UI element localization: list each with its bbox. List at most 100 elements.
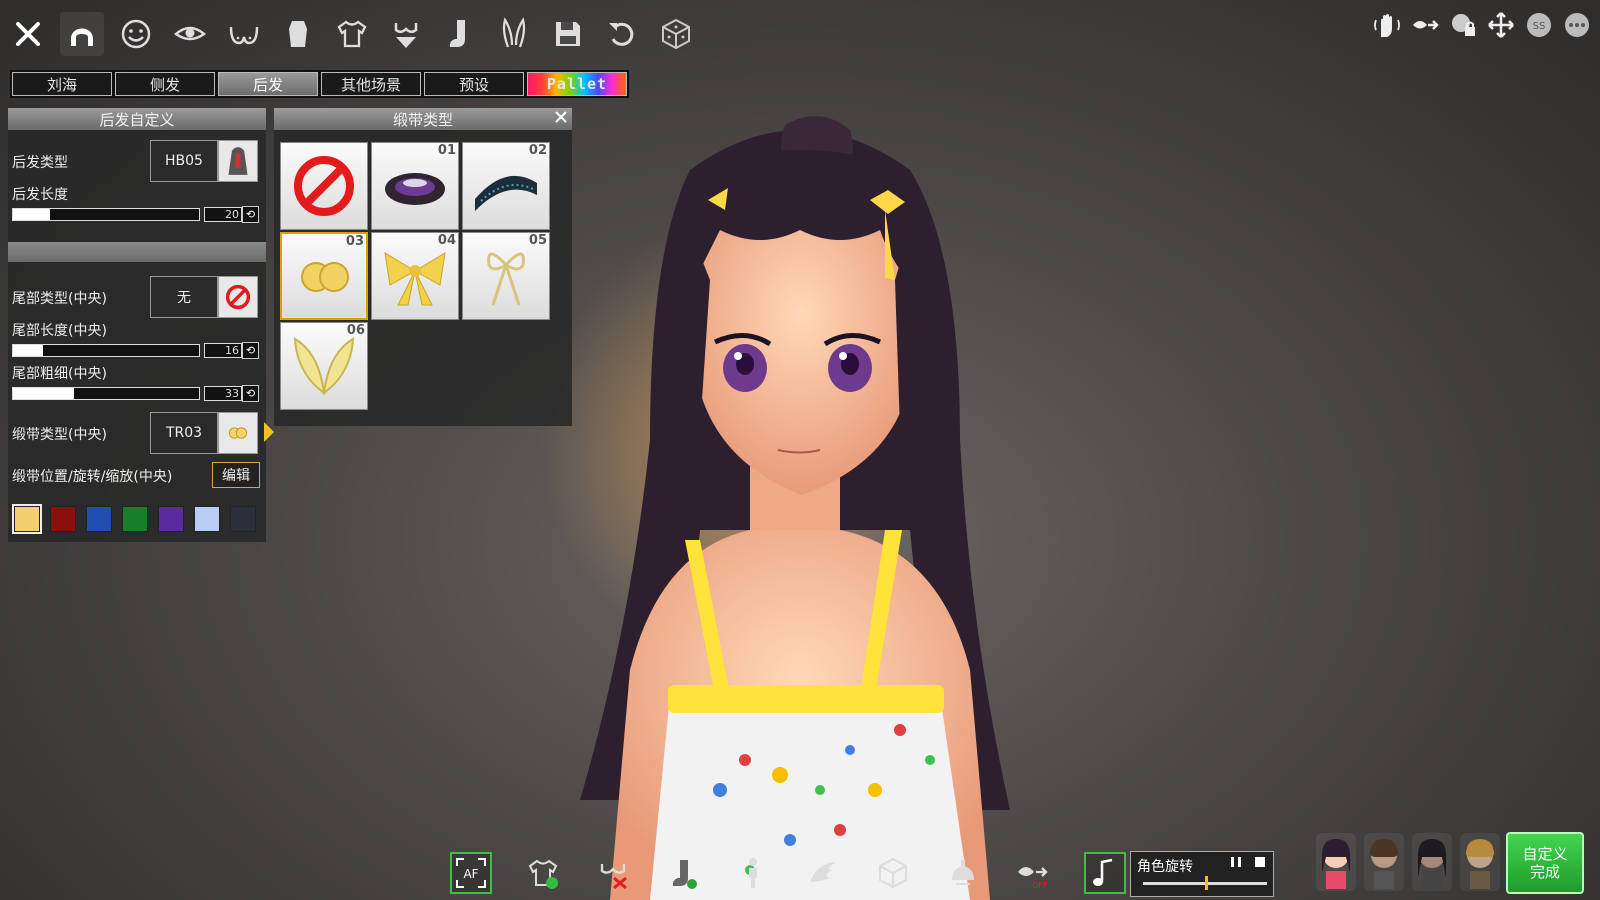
auto-focus-button[interactable]: AF (450, 852, 492, 894)
back-hair-length-input[interactable]: 20 (204, 207, 242, 222)
color-swatch-3[interactable] (86, 506, 112, 532)
character-portrait-4[interactable] (1460, 833, 1500, 891)
accessory-hide-button[interactable] (594, 854, 632, 892)
tab-back-hair[interactable]: 后发 (218, 72, 318, 96)
ribbon-type-thumbnail[interactable] (218, 412, 258, 454)
edit-button[interactable]: 编辑 (212, 462, 260, 488)
finish-customization-button[interactable]: 自定义 完成 (1506, 832, 1584, 894)
eye-off-icon: OFF (1018, 867, 1048, 890)
section-divider (8, 242, 266, 262)
gaze-off-button[interactable]: OFF (1014, 854, 1052, 892)
top-category-button[interactable] (330, 12, 374, 56)
legwear-category-button[interactable] (438, 12, 482, 56)
tail-length-reset[interactable]: ⟲ (242, 342, 259, 359)
bow-icon (384, 252, 446, 306)
outfit-category-button[interactable] (276, 12, 320, 56)
hair-ties-icon (228, 427, 248, 439)
move-camera-button[interactable] (1486, 10, 1516, 40)
music-button[interactable] (1084, 852, 1126, 894)
portrait-avatar (1370, 839, 1398, 889)
undo-button[interactable] (600, 12, 644, 56)
save-icon (556, 22, 580, 46)
svg-text:SS: SS (1533, 21, 1546, 32)
smiley-icon (121, 19, 151, 49)
hide-accessory-icon (600, 864, 627, 890)
light-button[interactable] (944, 854, 982, 892)
view-toolbar: SS (1372, 10, 1592, 40)
ribbon-option-02[interactable]: 02 (462, 142, 550, 230)
undo-icon (609, 22, 634, 46)
color-swatch-6[interactable] (194, 506, 220, 532)
gaze-toggle-button[interactable] (1410, 10, 1440, 40)
tab-pallet[interactable]: Pallet (527, 72, 627, 96)
back-hair-type-thumbnail[interactable] (218, 140, 258, 182)
tail-type-thumbnail[interactable] (218, 276, 258, 318)
close-icon (16, 22, 40, 46)
face-category-button[interactable] (114, 12, 158, 56)
rotation-label: 角色旋转 (1137, 859, 1193, 875)
globe-lock-icon (1452, 14, 1475, 36)
ribbon-type-value[interactable]: TR03 (150, 412, 218, 454)
picker-title: 缎带类型 (392, 110, 453, 129)
picker-close-button[interactable] (554, 108, 568, 129)
hand-icon (1374, 14, 1400, 37)
tail-thickness-reset[interactable]: ⟲ (242, 385, 259, 402)
tab-bangs[interactable]: 刘海 (12, 72, 112, 96)
tail-thickness-input[interactable]: 33 (204, 386, 242, 401)
light-lock-button[interactable] (1448, 10, 1478, 40)
touch-toggle-button[interactable] (1372, 10, 1402, 40)
pause-button[interactable] (1231, 857, 1241, 867)
ribbon-option-05[interactable]: 05 (462, 232, 550, 320)
hair-category-button[interactable] (60, 12, 104, 56)
tab-presets[interactable]: 预设 (424, 72, 524, 96)
back-hair-type-value[interactable]: HB05 (150, 140, 218, 182)
character-portrait-1[interactable] (1316, 833, 1356, 891)
back-hair-length-reset[interactable]: ⟲ (242, 206, 259, 223)
tab-side-hair[interactable]: 侧发 (115, 72, 215, 96)
thin-bow-icon (487, 252, 525, 306)
accessory-category-button[interactable] (492, 12, 536, 56)
save-button[interactable] (546, 12, 590, 56)
tail-length-label: 尾部长度(中央) (12, 323, 107, 339)
color-swatch-4[interactable] (122, 506, 148, 532)
back-hair-length-slider[interactable] (12, 208, 200, 221)
tail-type-value[interactable]: 无 (150, 276, 218, 318)
eye-category-button[interactable] (168, 12, 212, 56)
tail-length-slider[interactable] (12, 344, 200, 357)
tab-other[interactable]: 其他场景 (321, 72, 421, 96)
eye-icon (173, 26, 207, 41)
color-swatch-7[interactable] (230, 506, 256, 532)
clothing-state-button[interactable] (524, 854, 562, 892)
ribbon-transform-label: 缎带位置/旋转/缩放(中央) (12, 469, 173, 485)
background-button[interactable] (874, 854, 912, 892)
eyebrow-button[interactable] (804, 854, 842, 892)
tail-thickness-slider[interactable] (12, 387, 200, 400)
scrunchie-icon (385, 173, 445, 205)
randomize-button[interactable] (654, 12, 698, 56)
ribbon-option-01[interactable]: 01 (371, 142, 459, 230)
character-portrait-2[interactable] (1364, 833, 1404, 891)
ribbon-option-06[interactable]: 06 (280, 322, 368, 410)
ribbon-option-03[interactable]: 03 (280, 232, 368, 320)
character-portrait-3[interactable] (1412, 833, 1452, 891)
underwear-category-button[interactable] (384, 12, 428, 56)
color-swatch-5[interactable] (158, 506, 184, 532)
active-arrow-indicator (264, 422, 274, 442)
ribbon-type-label: 缎带类型(中央) (12, 427, 107, 443)
ribbon-option-none[interactable] (280, 142, 368, 230)
color-swatch-2[interactable] (50, 506, 76, 532)
stop-button[interactable] (1255, 857, 1265, 867)
more-options-button[interactable] (1562, 10, 1592, 40)
body-category-button[interactable] (222, 12, 266, 56)
tail-length-input[interactable]: 16 (204, 343, 242, 358)
ribbon-option-04[interactable]: 04 (371, 232, 459, 320)
shoes-toggle-button[interactable] (664, 854, 702, 892)
torso-icon (289, 21, 307, 47)
rotation-slider-handle[interactable] (1205, 876, 1208, 890)
close-button[interactable] (6, 12, 50, 56)
screenshot-button[interactable]: SS (1524, 10, 1554, 40)
shirt-icon (337, 20, 367, 48)
tail-type-label: 尾部类型(中央) (12, 291, 107, 307)
color-swatch-1[interactable] (12, 504, 42, 534)
pose-button[interactable] (734, 854, 772, 892)
